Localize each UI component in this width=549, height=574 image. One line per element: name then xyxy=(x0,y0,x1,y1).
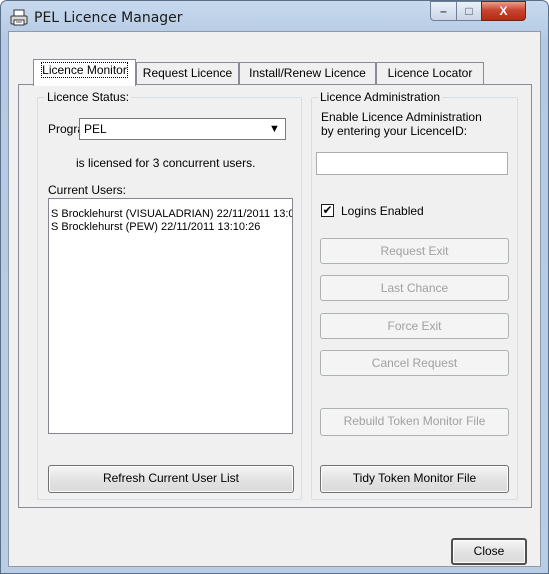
minimize-button[interactable]: – xyxy=(430,1,457,21)
cancel-request-label: Cancel Request xyxy=(371,356,458,370)
licence-status-legend: Licence Status: xyxy=(45,90,132,104)
last-chance-button[interactable]: Last Chance xyxy=(320,275,509,301)
licence-admin-legend: Licence Administration xyxy=(318,90,443,104)
tab-licence-locator[interactable]: Licence Locator xyxy=(376,62,484,84)
force-exit-button[interactable]: Force Exit xyxy=(320,313,509,339)
window-title: PEL Licence Manager xyxy=(34,10,183,26)
tab-install-renew-licence[interactable]: Install/Renew Licence xyxy=(239,62,376,84)
request-exit-label: Request Exit xyxy=(380,244,449,258)
close-icon: X xyxy=(499,4,508,18)
program-select[interactable]: PEL ▼ xyxy=(79,118,286,140)
close-window-button[interactable]: X xyxy=(481,1,526,21)
logins-enabled-label: Logins Enabled xyxy=(341,204,424,218)
licence-id-input[interactable] xyxy=(316,152,508,175)
enable-admin-text-line1: Enable Licence Administration xyxy=(321,110,482,124)
maximize-button[interactable]: □ xyxy=(456,1,482,21)
minimize-icon: – xyxy=(440,4,447,18)
checkmark-icon: ✔ xyxy=(322,203,333,217)
close-button-label: Close xyxy=(473,544,505,558)
list-item[interactable]: S Brocklehurst (VISUALADRIAN) 22/11/2011… xyxy=(49,208,292,221)
tidy-token-monitor-button[interactable]: Tidy Token Monitor File xyxy=(320,465,509,493)
tab-label: Request Licence xyxy=(142,66,233,80)
force-exit-label: Force Exit xyxy=(387,319,442,333)
request-exit-button[interactable]: Request Exit xyxy=(320,238,509,264)
tab-label: Licence Locator xyxy=(387,66,473,80)
licensed-users-text: is licensed for 3 concurrent users. xyxy=(76,156,256,170)
refresh-user-list-button[interactable]: Refresh Current User List xyxy=(48,465,294,493)
rebuild-token-monitor-label: Rebuild Token Monitor File xyxy=(343,414,486,428)
refresh-user-list-label: Refresh Current User List xyxy=(102,471,240,485)
printer-icon xyxy=(10,9,28,26)
current-users-list[interactable]: S Brocklehurst (VISUALADRIAN) 22/11/2011… xyxy=(48,198,293,434)
last-chance-label: Last Chance xyxy=(380,281,449,295)
cancel-request-button[interactable]: Cancel Request xyxy=(320,350,509,376)
tab-licence-monitor[interactable]: Licence Monitor xyxy=(33,59,136,86)
program-select-value: PEL xyxy=(84,122,107,136)
tab-request-licence[interactable]: Request Licence xyxy=(136,62,239,84)
list-item[interactable]: S Brocklehurst (PEW) 22/11/2011 13:10:26 xyxy=(49,221,292,234)
close-button[interactable]: Close xyxy=(451,538,527,565)
logins-enabled-checkbox[interactable]: ✔ xyxy=(321,204,334,217)
tidy-token-monitor-label: Tidy Token Monitor File xyxy=(352,471,477,485)
tab-label: Licence Monitor xyxy=(41,62,128,78)
dropdown-arrow-icon[interactable]: ▼ xyxy=(267,123,282,137)
tab-label: Install/Renew Licence xyxy=(249,66,366,80)
maximize-icon: □ xyxy=(465,4,473,18)
enable-admin-text-line2: by entering your LicenceID: xyxy=(321,124,468,138)
rebuild-token-monitor-button[interactable]: Rebuild Token Monitor File xyxy=(320,408,509,436)
current-users-label: Current Users: xyxy=(48,183,127,197)
